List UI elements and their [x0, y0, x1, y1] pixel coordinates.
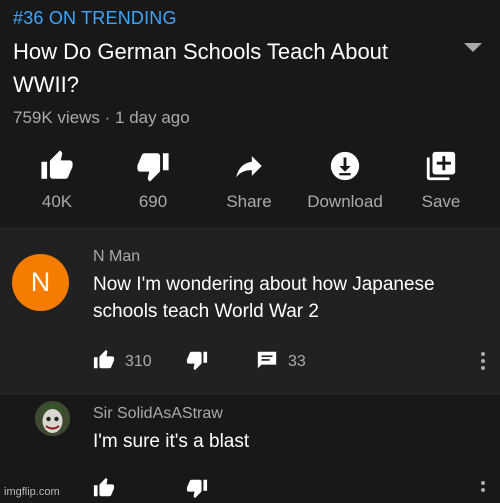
share-button[interactable]: Share	[204, 145, 294, 215]
video-meta: 759K views · 1 day ago	[13, 108, 190, 127]
comment-author[interactable]: N Man	[93, 248, 140, 266]
avatar[interactable]: N	[12, 254, 69, 311]
comment-like-count: 310	[125, 353, 152, 370]
reply-count: 33	[288, 353, 306, 370]
download-label: Download	[307, 192, 383, 211]
comment: Sir SolidAsAStraw I'm sure it's a blast	[0, 395, 500, 502]
comment-dislike-icon[interactable]	[186, 477, 208, 499]
more-options-icon[interactable]	[480, 481, 486, 495]
like-button[interactable]: 40K	[12, 145, 102, 215]
reply-icon[interactable]	[256, 349, 278, 371]
add-to-playlist-icon	[426, 151, 456, 181]
dislike-button[interactable]: 690	[108, 145, 198, 215]
download-button[interactable]: Download	[300, 145, 390, 215]
save-label: Save	[421, 192, 461, 211]
comment-text: I'm sure it's a blast	[93, 431, 250, 452]
like-count: 40K	[41, 192, 73, 211]
comment: N N Man Now I'm wondering about how Japa…	[0, 227, 500, 395]
avatar[interactable]	[35, 401, 70, 436]
dislike-count: 690	[138, 192, 168, 211]
comment-text: Now I'm wondering about how Japanese sch…	[93, 274, 435, 322]
comment-dislike-icon[interactable]	[186, 349, 208, 371]
thumbs-up-icon	[41, 150, 73, 179]
save-button[interactable]: Save	[396, 145, 486, 215]
action-bar: 40K 690 Share Download Save	[0, 145, 500, 215]
share-label: Share	[226, 192, 272, 211]
more-options-icon[interactable]	[480, 352, 486, 373]
comment-actions: 310 33	[93, 349, 393, 375]
download-icon	[330, 151, 360, 181]
watermark: imgflip.com	[4, 486, 60, 498]
video-info: #36 ON TRENDING How Do German Schools Te…	[0, 0, 500, 225]
trending-label[interactable]: #36 ON TRENDING	[13, 8, 177, 29]
comment-like-icon[interactable]	[93, 349, 115, 371]
video-title: How Do German Schools Teach About WWII?	[13, 39, 389, 97]
comment-author[interactable]: Sir SolidAsAStraw	[93, 405, 223, 423]
expand-description-icon[interactable]	[464, 43, 482, 52]
share-icon	[236, 156, 262, 178]
comment-actions	[93, 477, 243, 503]
comment-like-icon[interactable]	[93, 477, 115, 499]
avatar-image	[35, 401, 70, 436]
thumbs-down-icon	[137, 153, 169, 182]
